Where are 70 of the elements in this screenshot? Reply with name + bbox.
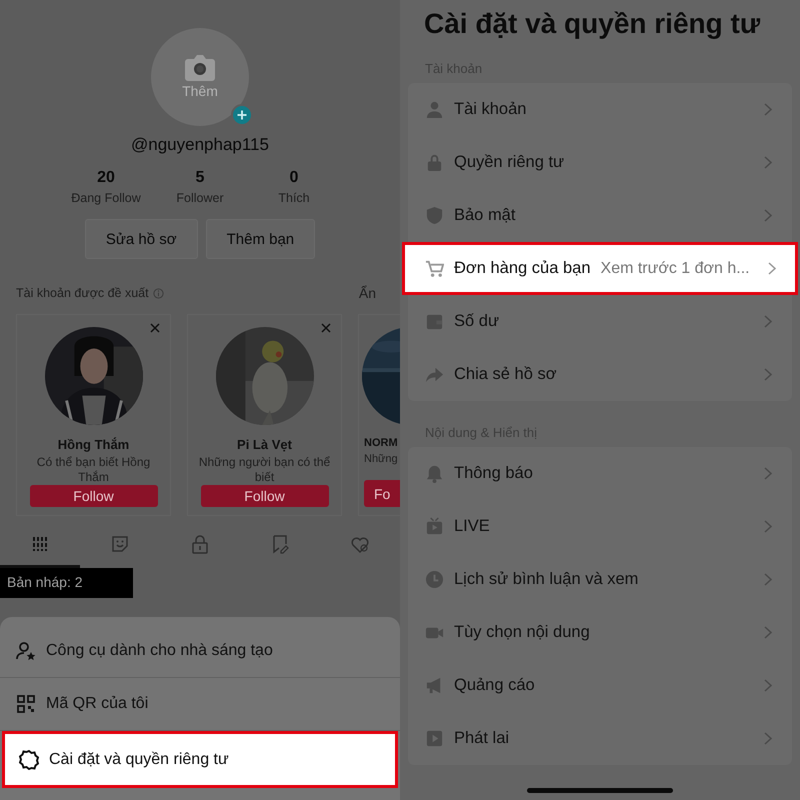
- profile-button[interactable]: Thêm bạn: [206, 219, 316, 259]
- gear-icon: [19, 750, 39, 770]
- content-tab[interactable]: [0, 534, 80, 568]
- close-icon[interactable]: [321, 323, 331, 333]
- settings-row[interactable]: Thông báo: [408, 447, 792, 500]
- stat-label: Đang Follow: [71, 191, 141, 205]
- suggestion-reason: Những: [364, 452, 398, 467]
- follow-button[interactable]: Follow: [200, 485, 328, 507]
- chevron-icon: [764, 520, 772, 533]
- add-photo-label: Thêm: [182, 83, 218, 99]
- follow-button[interactable]: Follow: [30, 485, 158, 507]
- creator-icon: [16, 641, 36, 661]
- settings-row[interactable]: Lịch sử bình luận và xem: [408, 553, 792, 606]
- chevron-icon: [764, 156, 772, 169]
- bell-icon: [425, 464, 444, 483]
- settings-row[interactable]: Quyền riêng tư: [408, 136, 792, 189]
- page-title: Cài đặt và quyền riêng tư: [424, 8, 762, 40]
- account-name: NORM: [364, 437, 398, 449]
- profile-button[interactable]: Sửa hồ sơ: [84, 219, 198, 259]
- person-icon: [425, 100, 444, 119]
- suggestion-reason: Có thể bạn biết Hồng Thắm: [36, 455, 152, 485]
- account-name: Pi Là Vẹt: [237, 437, 292, 452]
- close-icon[interactable]: [150, 323, 160, 333]
- sticker-icon: [110, 534, 130, 554]
- chevron-icon: [764, 679, 772, 692]
- clock-icon: [425, 570, 444, 589]
- account-name: Hồng Thắm: [58, 437, 130, 452]
- suggestion-reason: Những người bạn có thể biết: [198, 455, 332, 485]
- follow-button[interactable]: Fo: [364, 480, 400, 507]
- chevron-icon: [764, 573, 772, 586]
- chevron-icon: [764, 315, 772, 328]
- section-title: Tài khoản được đề xuất: [16, 286, 149, 300]
- shield-icon: [425, 206, 444, 225]
- settings-row[interactable]: Số dư: [408, 295, 792, 348]
- menu-item[interactable]: Công cụ dành cho nhà sáng tạo: [0, 625, 400, 678]
- chevron-icon: [764, 626, 772, 639]
- settings-row[interactable]: Tài khoản: [408, 83, 792, 136]
- settings-row[interactable]: Phát lai: [408, 712, 792, 765]
- stat-count: 20: [97, 169, 115, 187]
- chevron-icon: [764, 732, 772, 745]
- tv-icon: [425, 517, 444, 536]
- wallet-icon: [425, 312, 444, 331]
- lock-icon: [425, 153, 444, 172]
- stat-label: Follower: [176, 191, 224, 205]
- info-icon[interactable]: [152, 288, 164, 298]
- share-icon: [425, 365, 444, 384]
- chevron-icon: [764, 368, 772, 381]
- chevron-icon: [768, 262, 776, 275]
- settings-row[interactable]: Bảo mật: [408, 189, 792, 242]
- settings-row[interactable]: Đơn hàng của bạn Xem trước 1 đơn h...: [402, 242, 798, 295]
- settings-row[interactable]: Quảng cáo: [408, 659, 792, 712]
- qr-code-icon: [16, 694, 36, 714]
- settings-row[interactable]: Chia sẻ hồ sơ: [408, 348, 792, 401]
- username: @nguyenphap115: [131, 135, 269, 155]
- hide-link[interactable]: Ẩn: [358, 285, 384, 301]
- lock-icon: [190, 534, 210, 554]
- stat-count: 5: [196, 169, 204, 187]
- settings-row[interactable]: LIVE: [408, 500, 792, 553]
- stat-count: 0: [290, 169, 298, 187]
- stat-label: Thích: [278, 191, 310, 205]
- play-icon: [425, 729, 444, 748]
- chevron-icon: [764, 209, 772, 222]
- chevron-icon: [764, 103, 772, 116]
- camera-icon: [185, 55, 215, 81]
- grid-icon: [30, 534, 50, 554]
- chevron-icon: [764, 467, 772, 480]
- drafts-label[interactable]: Bản nháp: 2: [0, 568, 133, 598]
- menu-item[interactable]: Cài đặt và quyền riêng tư: [2, 731, 398, 788]
- settings-row[interactable]: Tùy chọn nội dung: [408, 606, 792, 659]
- cart-icon: [425, 259, 444, 278]
